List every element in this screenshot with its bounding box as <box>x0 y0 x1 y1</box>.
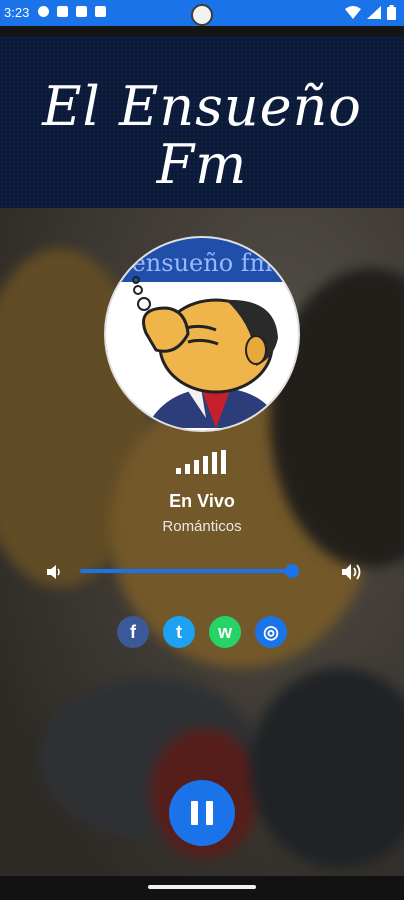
whatsapp-icon: w <box>217 621 232 642</box>
front-camera <box>191 4 213 26</box>
equalizer-icon <box>176 450 228 474</box>
live-label: En Vivo <box>169 491 235 511</box>
battery-icon <box>387 5 396 20</box>
facebook-icon: f <box>130 621 136 642</box>
volume-down-icon[interactable] <box>44 562 64 582</box>
twitter-icon: t <box>176 621 182 642</box>
station-banner: El Ensueño Fm <box>0 36 404 208</box>
social-links: f t w ◎ <box>0 616 404 648</box>
website-button[interactable]: ◎ <box>255 616 287 648</box>
whatsapp-button[interactable]: w <box>209 616 241 648</box>
shield-icon <box>38 6 49 17</box>
home-gesture-handle[interactable] <box>148 885 256 889</box>
pause-icon-left <box>191 801 198 825</box>
mic-icon <box>57 6 68 17</box>
window-top-strip <box>0 26 404 36</box>
pause-icon-right <box>206 801 213 825</box>
volume-slider-thumb[interactable] <box>285 564 300 578</box>
station-title: El Ensueño Fm <box>0 78 404 194</box>
status-bar: 3:23 <box>0 0 404 26</box>
album-art: ensueño fm <box>104 236 300 432</box>
twitter-button[interactable]: t <box>163 616 195 648</box>
system-icons <box>345 5 396 20</box>
station-title-line2: Fm <box>156 133 248 196</box>
volume-slider[interactable] <box>80 564 308 578</box>
genre-label: Románticos <box>162 518 242 535</box>
notification-icons <box>38 6 106 17</box>
station-title-line1: El Ensueño <box>42 75 362 138</box>
wifi-icon <box>345 6 361 19</box>
volume-slider-track <box>80 569 293 573</box>
notification-icon <box>95 6 106 17</box>
pause-button[interactable] <box>169 780 235 846</box>
status-time: 3:23 <box>4 5 30 20</box>
facebook-button[interactable]: f <box>117 616 149 648</box>
album-art-illustration <box>132 276 282 428</box>
signal-icon <box>367 6 381 19</box>
volume-up-icon[interactable] <box>340 561 364 583</box>
sim-icon <box>76 6 87 17</box>
website-icon: ◎ <box>263 621 279 642</box>
navigation-bar <box>0 876 404 900</box>
